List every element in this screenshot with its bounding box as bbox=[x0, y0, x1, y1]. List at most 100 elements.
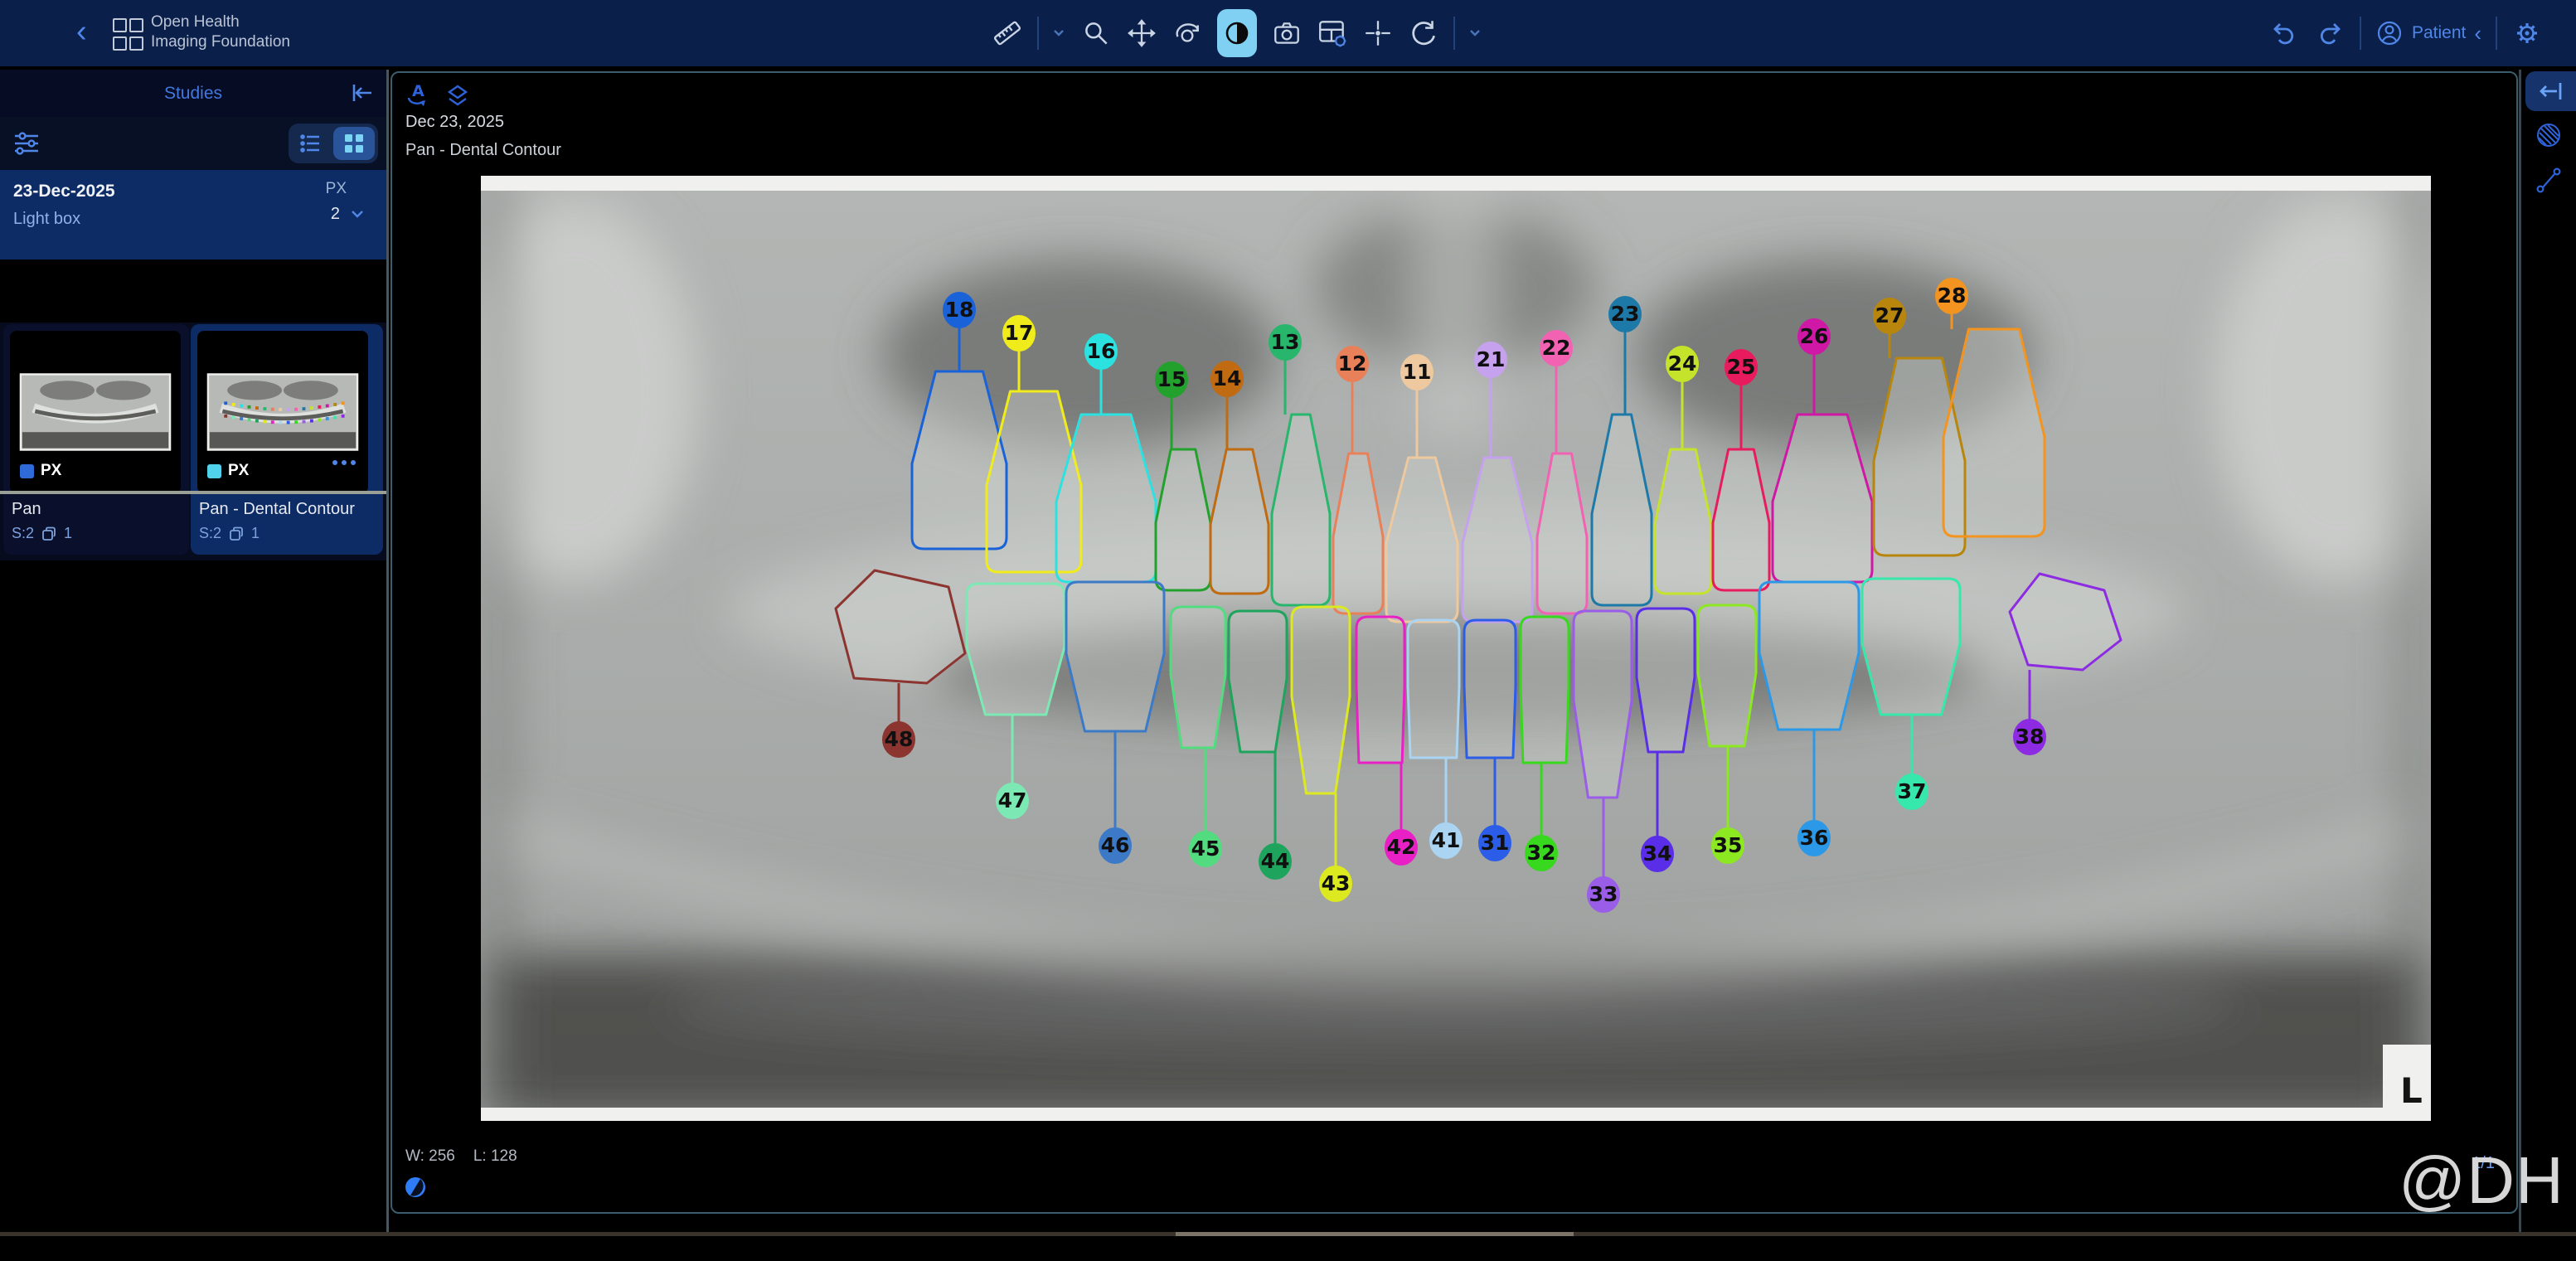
tooth-label-25[interactable]: 25 bbox=[1725, 349, 1758, 386]
series-count: S:2 bbox=[12, 525, 34, 542]
study-description: Light box bbox=[13, 210, 80, 229]
tooth-label-41[interactable]: 41 bbox=[1429, 822, 1463, 859]
window-level-contrast-icon[interactable] bbox=[404, 1176, 427, 1199]
tooth-label-45[interactable]: 45 bbox=[1189, 831, 1222, 867]
svg-text:13: 13 bbox=[1271, 330, 1300, 354]
svg-text:28: 28 bbox=[1938, 284, 1967, 308]
svg-text:16: 16 bbox=[1087, 339, 1116, 363]
thumbnail-series-info: S:2 1 bbox=[199, 525, 260, 542]
more-dots-icon[interactable] bbox=[330, 457, 358, 468]
tooth-label-46[interactable]: 46 bbox=[1099, 827, 1132, 864]
right-tool-rail bbox=[2521, 70, 2576, 1234]
chevron-down-icon[interactable] bbox=[350, 206, 365, 221]
tooth-label-47[interactable]: 47 bbox=[996, 783, 1029, 819]
probe-line-icon[interactable] bbox=[2535, 166, 2563, 194]
auto-annotation-icon[interactable]: A bbox=[404, 81, 432, 109]
viewport-corner-icons: A bbox=[404, 81, 472, 109]
settings-gear-icon[interactable] bbox=[2511, 17, 2543, 49]
tooth-label-32[interactable]: 32 bbox=[1525, 835, 1558, 871]
list-view-button[interactable] bbox=[292, 127, 330, 160]
filter-sliders-icon[interactable] bbox=[12, 129, 41, 158]
toolbar-divider bbox=[1453, 17, 1455, 50]
patient-label: Patient bbox=[2412, 23, 2466, 43]
tooth-label-18[interactable]: 18 bbox=[943, 292, 976, 328]
app-logo-text: Open Health Imaging Foundation bbox=[151, 12, 290, 52]
topbar-right-group: Patient ‹ bbox=[2268, 0, 2543, 66]
tooth-label-31[interactable]: 31 bbox=[1478, 825, 1511, 861]
reset-cycle-icon[interactable] bbox=[1408, 17, 1439, 49]
viewport-series-title: Pan - Dental Contour bbox=[405, 141, 561, 160]
thumbnail-modality: PX bbox=[41, 462, 61, 480]
expand-panel-button[interactable] bbox=[2525, 71, 2576, 111]
thumbnail-image-card[interactable]: PX bbox=[10, 331, 181, 493]
tooth-label-21[interactable]: 21 bbox=[1474, 342, 1507, 378]
zoom-magnifier-icon[interactable] bbox=[1080, 17, 1112, 49]
toolbar-divider bbox=[2360, 17, 2361, 50]
modality-color-square bbox=[207, 464, 221, 478]
toolbar-divider bbox=[1037, 17, 1039, 50]
thumbnail-list: PX Pan S:2 1 bbox=[0, 323, 386, 560]
bottom-divider-highlight bbox=[1176, 1232, 1574, 1236]
tooth-label-48[interactable]: 48 bbox=[882, 721, 915, 758]
crosshairs-icon[interactable] bbox=[1362, 17, 1394, 49]
tooth-label-33[interactable]: 33 bbox=[1587, 876, 1620, 913]
grid-view-button[interactable] bbox=[333, 127, 375, 160]
sidebar-resize-gutter[interactable] bbox=[386, 70, 389, 1234]
patient-menu-button[interactable]: Patient ‹ bbox=[2375, 19, 2481, 47]
tooth-label-17[interactable]: 17 bbox=[1002, 315, 1036, 352]
tooth-label-11[interactable]: 11 bbox=[1400, 354, 1434, 390]
tooth-label-22[interactable]: 22 bbox=[1540, 330, 1573, 366]
undo-icon[interactable] bbox=[2268, 17, 2300, 49]
pan-move-icon[interactable] bbox=[1126, 17, 1157, 49]
capture-camera-icon[interactable] bbox=[1271, 17, 1303, 49]
measure-dropdown-chevron-icon[interactable] bbox=[1053, 27, 1066, 40]
tooth-label-43[interactable]: 43 bbox=[1319, 866, 1352, 902]
tooth-label-36[interactable]: 36 bbox=[1797, 820, 1831, 856]
collapse-panel-icon[interactable] bbox=[350, 81, 375, 104]
svg-text:45: 45 bbox=[1191, 837, 1220, 861]
svg-text:14: 14 bbox=[1213, 366, 1242, 390]
measure-ruler-icon[interactable] bbox=[992, 17, 1023, 49]
thumbnail-pan-dental-contour[interactable]: PX Pan - Dental Contour S:2 1 bbox=[191, 324, 383, 555]
top-bar: ‹ Open Health Imaging Foundation bbox=[0, 0, 2576, 66]
tooth-label-24[interactable]: 24 bbox=[1666, 346, 1699, 382]
window-level-contrast-tool[interactable] bbox=[1217, 9, 1257, 57]
panel-resize-divider[interactable] bbox=[0, 491, 388, 494]
tooth-label-37[interactable]: 37 bbox=[1895, 774, 1928, 810]
image-viewport[interactable]: L 18 17 16 15 14 13 12 11 21 22 23 24 25 26 27 28 48 47 46… bbox=[391, 71, 2518, 1214]
tooth-label-26[interactable]: 26 bbox=[1797, 318, 1831, 355]
svg-text:17: 17 bbox=[1005, 321, 1034, 345]
back-chevron-icon[interactable]: ‹ bbox=[76, 12, 87, 51]
tooth-label-28[interactable]: 28 bbox=[1935, 278, 1968, 314]
segmentation-sphere-icon[interactable] bbox=[2535, 121, 2563, 149]
watermark-text: @DH bbox=[2399, 1142, 2564, 1219]
orientation-marker: L bbox=[2400, 1070, 2423, 1111]
layout-grid-settings-icon[interactable] bbox=[1317, 17, 1348, 49]
instances-count: 1 bbox=[64, 525, 72, 542]
layers-stack-icon[interactable] bbox=[444, 81, 472, 109]
svg-text:44: 44 bbox=[1261, 849, 1290, 873]
modality-color-square bbox=[20, 464, 34, 478]
thumbnail-image-card[interactable]: PX bbox=[197, 331, 368, 493]
instances-count: 1 bbox=[251, 525, 260, 542]
reset-dropdown-chevron-icon[interactable] bbox=[1469, 27, 1482, 40]
app-grid-logo-icon[interactable] bbox=[113, 18, 142, 51]
tooth-label-14[interactable]: 14 bbox=[1210, 361, 1244, 397]
svg-text:33: 33 bbox=[1589, 882, 1618, 906]
thumbnail-pan[interactable]: PX Pan S:2 1 bbox=[3, 324, 189, 555]
tooth-label-35[interactable]: 35 bbox=[1711, 827, 1744, 864]
tooth-label-44[interactable]: 44 bbox=[1259, 843, 1292, 880]
patient-chevron-icon: ‹ bbox=[2474, 21, 2481, 46]
tooth-label-34[interactable]: 34 bbox=[1641, 836, 1674, 872]
tooth-label-38[interactable]: 38 bbox=[2013, 719, 2046, 755]
tooth-label-23[interactable]: 23 bbox=[1608, 296, 1642, 332]
redo-icon[interactable] bbox=[2314, 17, 2346, 49]
tooth-label-15[interactable]: 15 bbox=[1155, 361, 1188, 398]
tooth-label-16[interactable]: 16 bbox=[1084, 333, 1118, 370]
tooth-label-12[interactable]: 12 bbox=[1336, 346, 1369, 382]
tooth-label-42[interactable]: 42 bbox=[1385, 829, 1418, 866]
tooth-label-27[interactable]: 27 bbox=[1873, 298, 1906, 334]
study-list-item[interactable]: 23-Dec-2025 Light box PX 2 bbox=[0, 170, 386, 259]
rotate-3d-icon[interactable] bbox=[1172, 17, 1203, 49]
tooth-label-13[interactable]: 13 bbox=[1269, 324, 1302, 361]
